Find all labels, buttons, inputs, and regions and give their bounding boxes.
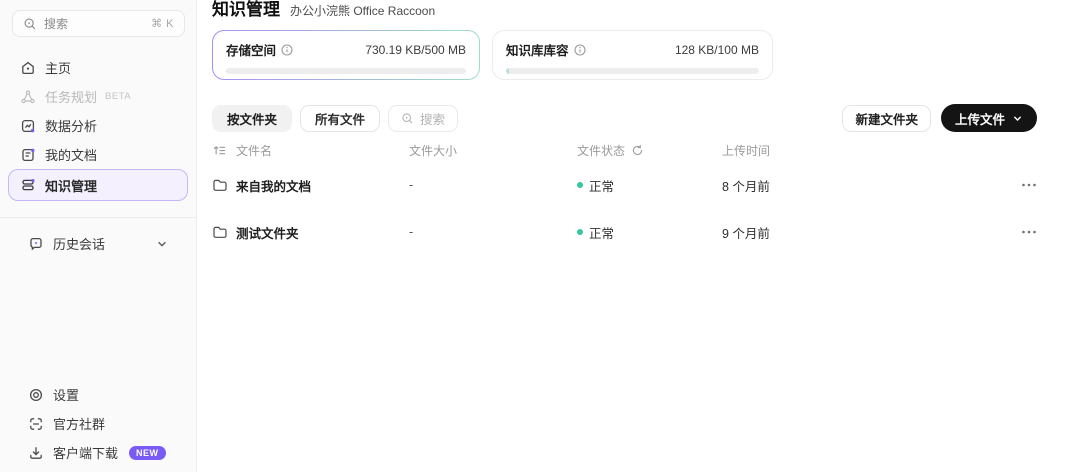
sidebar-item-label: 官方社群	[53, 417, 106, 432]
chevron-down-icon[interactable]	[156, 238, 168, 250]
table-row[interactable]: 来自我的文档 - 正常 8 个月前	[212, 174, 1037, 196]
new-folder-button[interactable]: 新建文件夹	[842, 104, 931, 132]
search-input[interactable]: 搜索 ⌘ K	[12, 10, 185, 37]
status-dot	[577, 229, 583, 235]
my-documents-icon	[20, 147, 36, 163]
task-planning-icon	[20, 89, 36, 105]
page-subtitle: 办公小浣熊 Office Raccoon	[290, 4, 436, 18]
sidebar-footer: 设置 官方社群 客户端下载 NEW	[8, 380, 188, 467]
capacity-progress-fill	[506, 68, 510, 74]
all-files-tab[interactable]: 所有文件	[300, 104, 381, 132]
file-size: -	[409, 178, 414, 192]
sidebar-item-settings[interactable]: 设置	[16, 380, 180, 409]
capacity-progress-bar	[506, 68, 759, 74]
knowledge-icon	[20, 177, 36, 193]
table-header-row: 文件名 文件大小 文件状态 上传时间	[212, 140, 1037, 160]
status-dot	[577, 182, 583, 188]
info-icon[interactable]	[573, 43, 586, 56]
sidebar-item-label: 历史会话	[53, 237, 106, 252]
more-options-button[interactable]	[1021, 182, 1037, 188]
more-options-button[interactable]	[1021, 229, 1037, 235]
sidebar-item-label: 数据分析	[45, 119, 98, 134]
folder-icon	[212, 178, 236, 193]
knowledge-capacity-card: 知识库库容 128 KB/100 MB	[492, 30, 773, 80]
sidebar: 搜索 ⌘ K 主页 任务规划 BETA 数据分析 我的文档 知识管理 历史会话 …	[0, 0, 197, 472]
sidebar-item-label: 我的文档	[45, 148, 98, 163]
sidebar-item-data-analysis[interactable]: 数据分析	[8, 111, 188, 140]
file-name[interactable]: 测试文件夹	[236, 223, 409, 242]
column-header-name: 文件名	[236, 143, 273, 158]
tab-label: 所有文件	[315, 112, 366, 127]
sidebar-item-task-planning[interactable]: 任务规划 BETA	[8, 82, 188, 111]
button-label: 新建文件夹	[855, 112, 918, 127]
download-icon	[28, 445, 44, 461]
file-size: -	[409, 225, 414, 239]
main-content: 知识管理 办公小浣熊 Office Raccoon 存储空间 730.19 KB…	[197, 0, 1080, 472]
storage-usage-text: 730.19 KB/500 MB	[365, 42, 466, 57]
data-analysis-icon	[20, 118, 36, 134]
storage-cards: 存储空间 730.19 KB/500 MB 知识库库容 128 KB/100 M…	[212, 30, 773, 80]
capacity-usage-text: 128 KB/100 MB	[674, 42, 759, 57]
page-header: 知识管理 办公小浣熊 Office Raccoon	[212, 0, 435, 20]
sidebar-item-community[interactable]: 官方社群	[16, 409, 180, 438]
card-title: 知识库库容	[506, 44, 569, 58]
file-name[interactable]: 来自我的文档	[236, 176, 409, 195]
column-header-status: 文件状态	[577, 142, 722, 159]
search-label: 搜索	[420, 112, 446, 127]
sidebar-item-label: 任务规划	[45, 90, 98, 105]
upload-file-button[interactable]: 上传文件	[940, 104, 1037, 132]
refresh-icon[interactable]	[631, 144, 644, 157]
info-icon[interactable]	[281, 43, 293, 56]
page-title: 知识管理	[212, 0, 280, 19]
column-header-time: 上传时间	[722, 143, 771, 158]
upload-time: 8 个月前	[722, 179, 770, 194]
tab-label: 按文件夹	[227, 112, 278, 127]
toolbar: 按文件夹 所有文件 搜索 新建文件夹 上传文件	[212, 104, 1037, 132]
chat-history-icon	[28, 236, 44, 252]
chevron-down-icon	[1012, 113, 1023, 124]
column-header-size: 文件大小	[409, 143, 458, 158]
sidebar-item-label: 客户端下载	[53, 446, 119, 461]
search-label: 搜索	[44, 17, 69, 31]
app-window: 搜索 ⌘ K 主页 任务规划 BETA 数据分析 我的文档 知识管理 历史会话 …	[0, 0, 1080, 472]
upload-time: 9 个月前	[722, 226, 770, 241]
search-icon	[401, 112, 414, 125]
storage-space-card: 存储空间 730.19 KB/500 MB	[212, 30, 480, 80]
sidebar-nav: 主页 任务规划 BETA 数据分析 我的文档 知识管理	[0, 53, 196, 201]
new-badge: NEW	[129, 445, 166, 460]
file-status: 正常	[577, 176, 722, 195]
sidebar-item-label: 设置	[53, 388, 80, 403]
search-shortcut: ⌘ K	[151, 18, 174, 30]
toolbar-actions: 新建文件夹 上传文件	[842, 104, 1037, 132]
sidebar-item-label: 主页	[45, 61, 72, 76]
by-folder-tab[interactable]: 按文件夹	[212, 104, 293, 132]
sidebar-item-home[interactable]: 主页	[8, 53, 188, 82]
sidebar-item-history[interactable]: 历史会话	[16, 229, 180, 258]
column-header-label: 文件状态	[577, 143, 626, 158]
card-title: 存储空间	[226, 44, 277, 58]
storage-progress-bar	[226, 68, 466, 74]
table-search-button[interactable]: 搜索	[388, 104, 459, 132]
folder-icon	[212, 225, 236, 240]
status-label: 正常	[589, 226, 615, 241]
sidebar-item-label: 知识管理	[45, 178, 98, 194]
table-row[interactable]: 测试文件夹 - 正常 9 个月前	[212, 221, 1037, 243]
status-label: 正常	[589, 179, 615, 194]
sidebar-divider	[0, 217, 196, 218]
sidebar-item-my-documents[interactable]: 我的文档	[8, 140, 188, 169]
sidebar-item-client-download[interactable]: 客户端下载 NEW	[16, 438, 180, 467]
button-label: 上传文件	[954, 112, 1005, 127]
home-icon	[20, 60, 36, 76]
sidebar-item-knowledge[interactable]: 知识管理	[8, 169, 188, 201]
search-icon	[23, 17, 37, 31]
sort-icon[interactable]	[212, 143, 236, 158]
gear-icon	[28, 387, 44, 403]
file-status: 正常	[577, 223, 722, 242]
community-icon	[28, 416, 44, 432]
beta-badge: BETA	[105, 91, 132, 102]
